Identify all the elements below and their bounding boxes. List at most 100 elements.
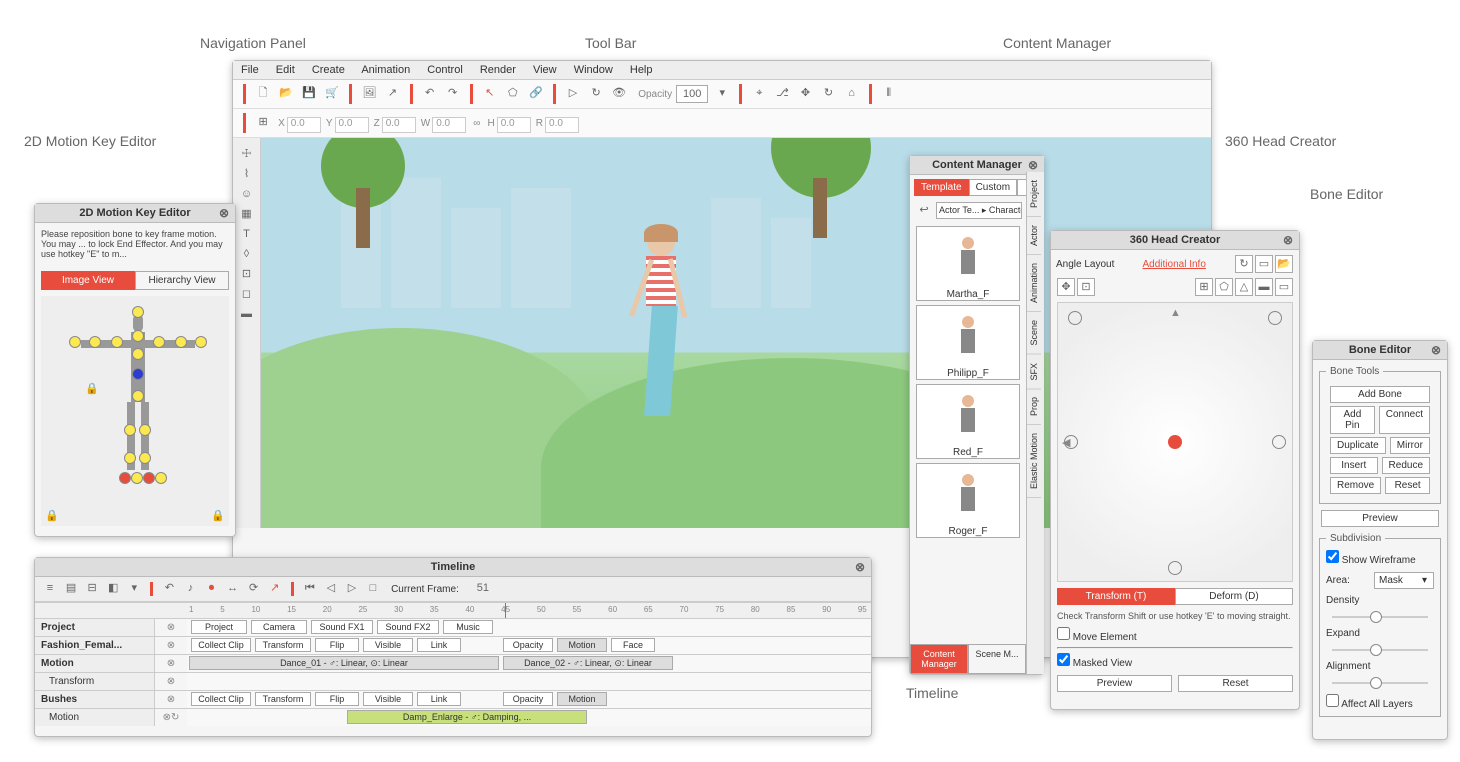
tool-icon[interactable]: ◊ [238, 246, 256, 264]
tool2-icon[interactable]: ⊡ [238, 266, 256, 284]
layers-icon[interactable]: ▦ [238, 206, 256, 224]
clip-damp[interactable]: Damp_Enlarge - ♂: Damping, ... [347, 710, 587, 724]
grid-icon[interactable]: ⊞ [254, 114, 272, 132]
connect-button[interactable]: Connect [1379, 406, 1430, 434]
clip[interactable]: Motion [557, 638, 607, 652]
eye-icon[interactable]: 👁 [610, 85, 628, 103]
select-icon[interactable]: ↖ [481, 85, 499, 103]
clip[interactable]: Transform [255, 692, 311, 706]
image-icon[interactable]: 🖼 [360, 85, 378, 103]
preview-button[interactable]: Preview [1057, 675, 1172, 692]
head-sphere[interactable]: ▲ ◀ [1057, 302, 1293, 582]
move-element-checkbox[interactable] [1057, 627, 1070, 640]
menu-render[interactable]: Render [480, 64, 516, 76]
close-icon[interactable]: ⊗ [1028, 158, 1038, 172]
hc-icon[interactable]: ▭ [1255, 255, 1273, 273]
clip[interactable]: Link [417, 638, 461, 652]
menu-window[interactable]: Window [574, 64, 613, 76]
input-r[interactable]: 0.0 [545, 117, 579, 133]
undo-icon[interactable]: ↶ [421, 85, 439, 103]
tl-first-icon[interactable]: ⏮ [302, 580, 318, 598]
clip[interactable]: Face [611, 638, 655, 652]
reset-button[interactable]: Reset [1178, 675, 1293, 692]
current-frame-input[interactable]: 51 [463, 580, 503, 598]
affect-all-checkbox[interactable] [1326, 694, 1339, 707]
save-icon[interactable]: 💾 [300, 85, 318, 103]
expand-slider[interactable] [1332, 649, 1428, 651]
tl-icon[interactable]: ↶ [161, 580, 177, 598]
character[interactable] [621, 228, 701, 518]
menu-create[interactable]: Create [312, 64, 345, 76]
lock-icon[interactable]: 🔒 [85, 382, 99, 395]
track-motion[interactable]: Motion [35, 655, 155, 672]
left-arrow-icon[interactable]: ◀ [1062, 436, 1070, 449]
flip-icon[interactable]: ⦀ [880, 85, 898, 103]
item-roger[interactable]: Roger_F [916, 463, 1020, 538]
wireframe-checkbox[interactable] [1326, 550, 1339, 563]
camera-icon[interactable]: ⌖ [750, 85, 768, 103]
input-x[interactable]: 0.0 [287, 117, 321, 133]
reduce-button[interactable]: Reduce [1382, 457, 1430, 474]
add-bone-button[interactable]: Add Bone [1330, 386, 1430, 403]
rig-canvas[interactable]: 🔒 🔒 🔒 [41, 296, 229, 526]
tab-custom[interactable]: Custom [969, 179, 1017, 196]
input-h[interactable]: 0.0 [497, 117, 531, 133]
home-icon[interactable]: ⌂ [843, 85, 861, 103]
item-philipp[interactable]: Philipp_F [916, 305, 1020, 380]
tl-play-icon[interactable]: ▷ [344, 580, 360, 598]
clip[interactable]: Collect Clip [191, 638, 251, 652]
side-tab-scene[interactable]: Scene [1027, 312, 1041, 355]
tl-prev-icon[interactable]: ◁ [323, 580, 339, 598]
clip-dance1[interactable]: Dance_01 - ♂: Linear, ⊙: Linear [189, 656, 499, 670]
preview-button[interactable]: Preview [1321, 510, 1439, 527]
clip[interactable]: Visible [363, 638, 413, 652]
clip[interactable]: Visible [363, 692, 413, 706]
hc-icon[interactable]: ⊞ [1195, 278, 1213, 296]
face-icon[interactable]: ☺ [238, 186, 256, 204]
clip[interactable]: Flip [315, 692, 359, 706]
tl-icon[interactable]: ↔ [225, 580, 241, 598]
side-tab-actor[interactable]: Actor [1027, 217, 1041, 255]
refresh-icon[interactable]: ↻ [587, 85, 605, 103]
tl-icon[interactable]: ⊟ [84, 580, 100, 598]
lock-icon[interactable]: 🔒 [45, 509, 59, 522]
menu-animation[interactable]: Animation [361, 64, 410, 76]
close-icon[interactable]: ⊗ [219, 206, 229, 220]
side-tab-sfx[interactable]: SFX [1027, 355, 1041, 390]
play-icon[interactable]: ▷ [564, 85, 582, 103]
reset-button[interactable]: Reset [1385, 477, 1430, 494]
tab-hierarchy-view[interactable]: Hierarchy View [135, 271, 229, 290]
track-motion2[interactable]: Motion [35, 709, 155, 726]
bone-icon[interactable]: ⌇ [238, 166, 256, 184]
tl-icon[interactable]: ♪ [182, 580, 198, 598]
hc-icon[interactable]: 📂 [1275, 255, 1293, 273]
hc-icon[interactable]: △ [1235, 278, 1253, 296]
redo-icon[interactable]: ↷ [444, 85, 462, 103]
link-icon[interactable]: 🔗 [527, 85, 545, 103]
tl-icon[interactable]: ⏺ [204, 580, 220, 598]
cart-icon[interactable]: 🛒 [323, 85, 341, 103]
alignment-slider[interactable] [1332, 682, 1428, 684]
rotate-icon[interactable]: ↻ [820, 85, 838, 103]
timeline-ruler[interactable]: 15101520253035404550556065707580859095 [35, 602, 871, 618]
hc-icon[interactable]: ▭ [1275, 278, 1293, 296]
tl-icon[interactable]: ◧ [105, 580, 121, 598]
tab-template[interactable]: Template [914, 179, 969, 196]
text-icon[interactable]: T [238, 226, 256, 244]
area-select[interactable]: Mask ▾ [1374, 572, 1434, 589]
close-icon[interactable]: ⊗ [855, 560, 865, 574]
clip[interactable]: Project [191, 620, 247, 634]
lock-icon[interactable]: 🔒 [211, 509, 225, 522]
menu-edit[interactable]: Edit [276, 64, 295, 76]
tab-image-view[interactable]: Image View [41, 271, 135, 290]
clip[interactable]: Camera [251, 620, 307, 634]
input-w[interactable]: 0.0 [432, 117, 466, 133]
tool3-icon[interactable]: ◻ [238, 286, 256, 304]
tl-stop-icon[interactable]: □ [365, 580, 381, 598]
tl-icon[interactable]: ↗ [267, 580, 283, 598]
tab-deform[interactable]: Deform (D) [1175, 588, 1293, 605]
clip[interactable]: Sound FX1 [311, 620, 373, 634]
side-tab-project[interactable]: Project [1027, 172, 1041, 217]
breadcrumb[interactable]: Actor Te... ▸ Character ▸ _G3 360 ▸ 1_G3… [936, 202, 1022, 219]
clip[interactable]: Sound FX2 [377, 620, 439, 634]
